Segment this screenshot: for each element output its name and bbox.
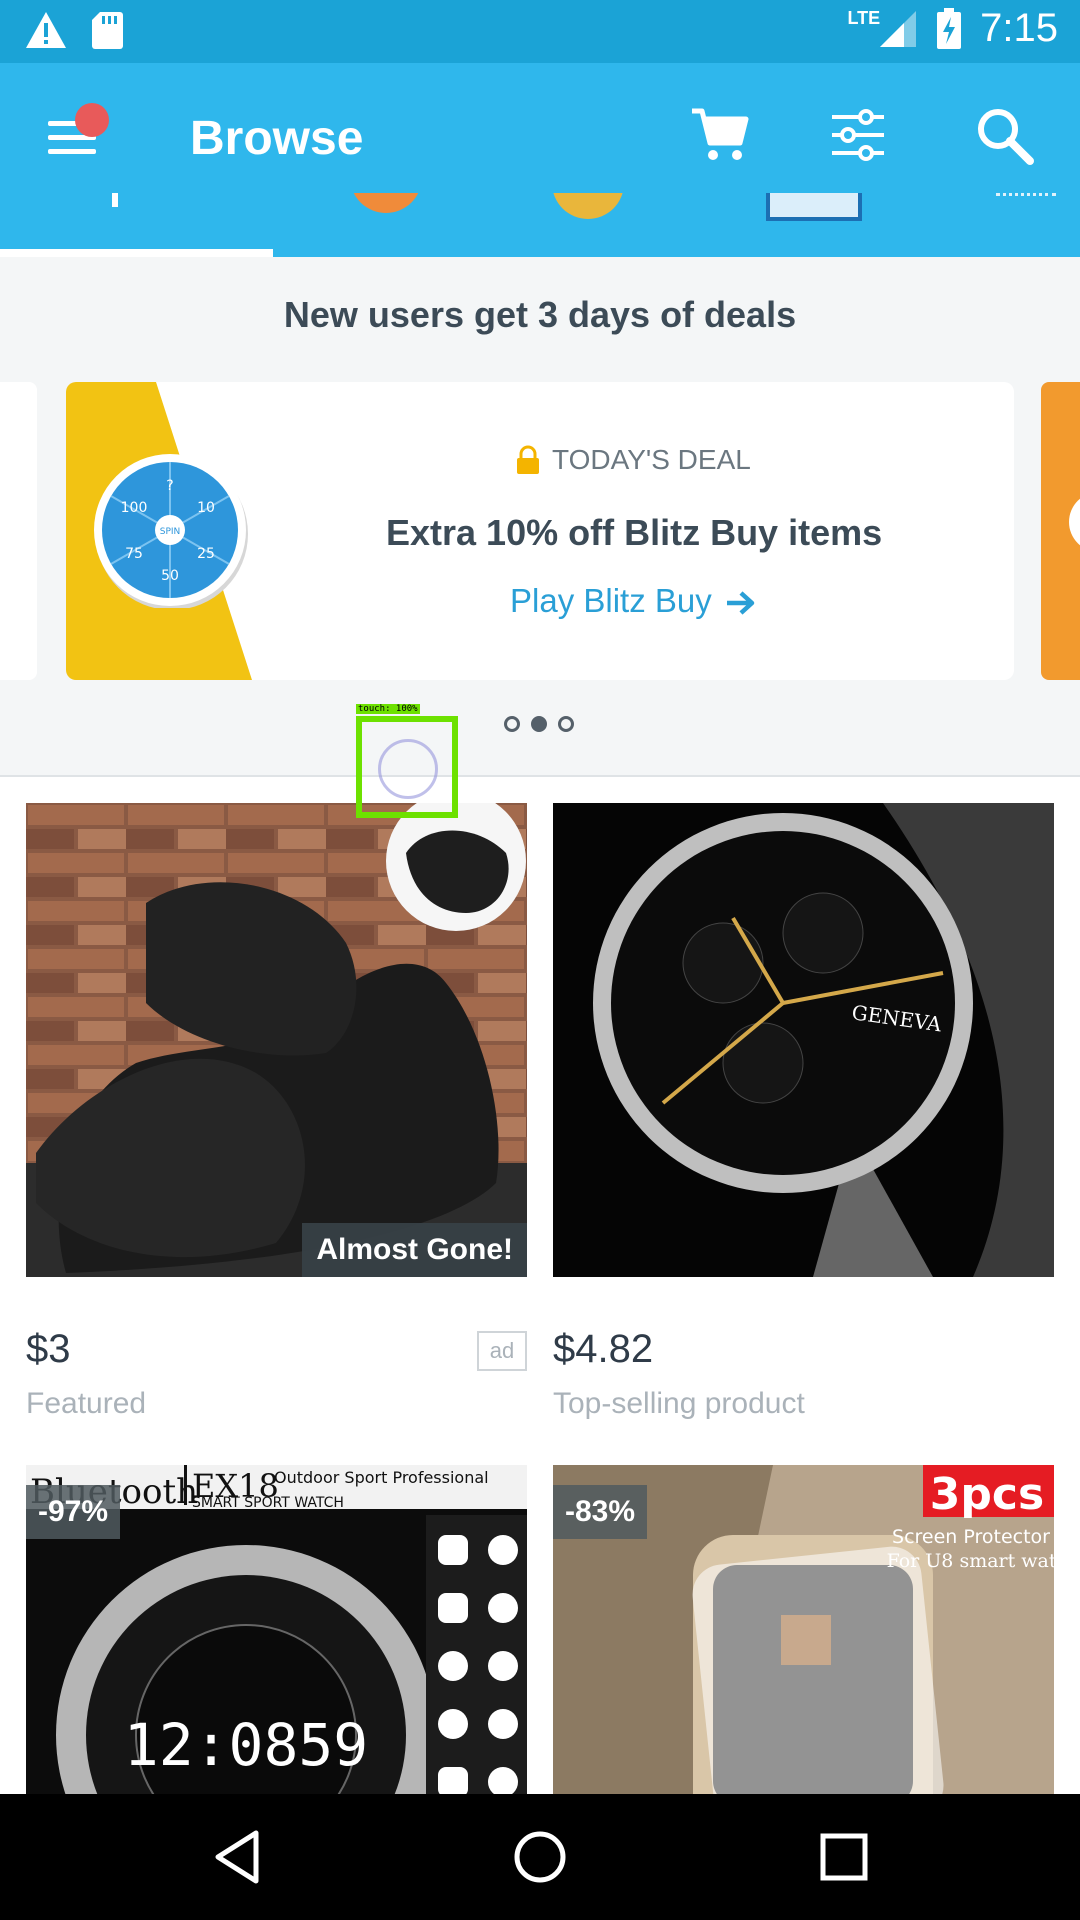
product-image[interactable]: 3pcs Screen Protector For U8 smart watch… [553, 1465, 1054, 1794]
home-icon[interactable] [510, 1827, 570, 1887]
carousel-next-card[interactable] [1041, 382, 1080, 680]
filter-icon[interactable] [826, 103, 890, 167]
product-price: $3 [26, 1327, 71, 1371]
image-text: 12:0859 [124, 1711, 368, 1779]
search-icon[interactable] [972, 103, 1036, 167]
category-tab-4[interactable] [766, 193, 862, 221]
navigation-bar [0, 1794, 1080, 1920]
back-icon[interactable] [208, 1827, 268, 1887]
image-text: Outdoor Sport Professional [274, 1468, 489, 1487]
deal-label: TODAY'S DEAL [516, 444, 751, 476]
deal-link-text: Play Blitz Buy [510, 582, 712, 619]
discount-tag: -83% [553, 1485, 648, 1539]
product-subtitle: Featured [26, 1387, 147, 1420]
deal-label-text: TODAY'S DEAL [552, 444, 751, 475]
product-image[interactable]: GENEVA [553, 803, 1054, 1277]
almost-gone-tag: Almost Gone! [302, 1223, 527, 1277]
wheel-number: ? [166, 478, 173, 494]
signal-icon [880, 10, 917, 47]
image-text: SMART SPORT WATCH [192, 1495, 344, 1511]
image-text: 3pcs [930, 1469, 1044, 1520]
product-price: $4.82 [553, 1327, 654, 1371]
battery-charging-icon [937, 7, 962, 49]
deal-card[interactable]: SPIN ? 10 25 50 75 100 TODAY'S DEAL Extr… [66, 382, 1014, 680]
cart-icon[interactable] [688, 103, 752, 167]
tab-indicator [0, 249, 273, 257]
page-title: Browse [190, 112, 364, 165]
recents-icon[interactable] [814, 1827, 874, 1887]
category-tab-1[interactable] [112, 193, 118, 207]
lock-icon [517, 445, 539, 474]
image-text: For U8 smart watch [887, 1550, 1054, 1572]
product-image[interactable]: Almost Gone! [26, 803, 527, 1277]
network-type: LTE [847, 8, 881, 28]
arrow-right-icon [726, 591, 755, 615]
wheel-number: 50 [161, 568, 179, 584]
spin-wheel-icon: SPIN ? 10 25 50 75 100 [94, 454, 248, 608]
touch-indicator-circle [378, 739, 438, 799]
wheel-number: 10 [197, 500, 215, 516]
carousel-dot-active[interactable] [531, 716, 547, 732]
status-bar: LTE 7:15 [0, 0, 1080, 63]
app-bar: Browse [0, 63, 1080, 257]
product-card[interactable]: 3pcs Screen Protector For U8 smart watch… [553, 1465, 1054, 1794]
product-grid: Almost Gone! $3 ad Featured GENEVA $4.82… [0, 777, 1080, 1794]
product-card[interactable]: GENEVA $4.82 Top-selling product [553, 803, 1054, 1420]
category-tab-3[interactable] [552, 193, 624, 219]
notification-dot [75, 103, 109, 137]
play-blitz-buy-link[interactable]: Play Blitz Buy [510, 582, 757, 620]
wheel-center-label: SPIN [160, 527, 181, 537]
carousel-dot[interactable] [558, 716, 574, 732]
carousel-dot[interactable] [504, 716, 520, 732]
carousel-prev-card[interactable] [0, 382, 37, 680]
category-tabs[interactable] [0, 193, 1080, 257]
sd-card-icon [92, 12, 123, 49]
product-subtitle: Top-selling product [553, 1387, 805, 1420]
image-text: Screen Protector [892, 1526, 1050, 1548]
category-tab-5[interactable] [996, 193, 1056, 199]
carousel-dots [504, 716, 574, 732]
deals-title: New users get 3 days of deals [283, 294, 797, 335]
product-image[interactable]: Bluetooth EX18 Outdoor Sport Professiona… [26, 1465, 527, 1794]
ad-badge: ad [477, 1331, 527, 1371]
wheel-number: 75 [125, 546, 143, 562]
category-tab-2[interactable] [350, 193, 422, 213]
deal-headline: Extra 10% off Blitz Buy items [386, 512, 883, 553]
warning-icon [26, 12, 66, 48]
wheel-number: 25 [197, 546, 215, 562]
discount-tag: -97% [26, 1485, 121, 1539]
product-card[interactable]: Almost Gone! $3 ad Featured [26, 803, 527, 1420]
wheel-number: 100 [121, 500, 148, 516]
product-card[interactable]: Bluetooth EX18 Outdoor Sport Professiona… [26, 1465, 527, 1794]
touch-indicator-label: touch: 100% [356, 704, 420, 714]
status-time: 7:15 [980, 6, 1058, 50]
